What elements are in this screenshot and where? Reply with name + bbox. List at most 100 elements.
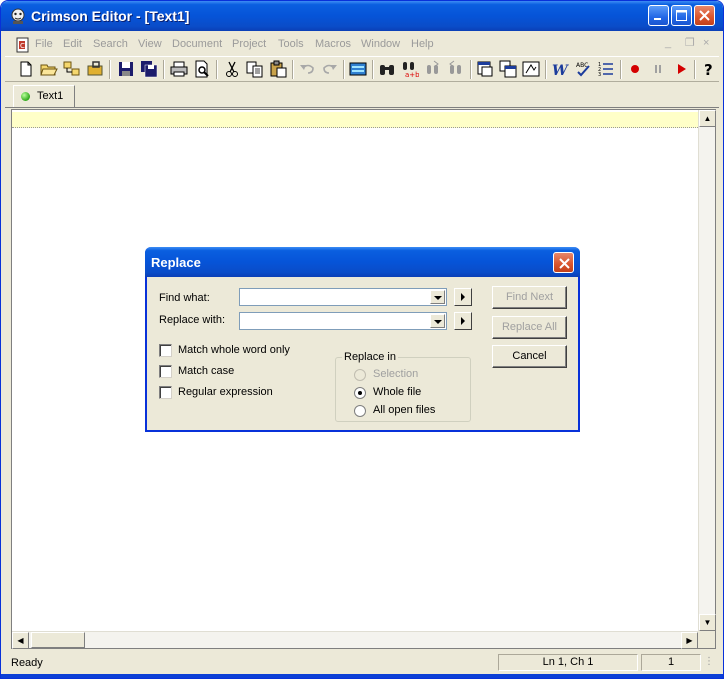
menu-window[interactable]: Window bbox=[361, 38, 400, 50]
svg-text:C: C bbox=[20, 42, 25, 50]
find-next-button[interactable]: Find Next bbox=[492, 286, 567, 309]
menu-document[interactable]: Document bbox=[172, 38, 222, 50]
resize-grip-icon[interactable]: ⋮ bbox=[704, 656, 716, 670]
whole-file-label[interactable]: Whole file bbox=[373, 386, 421, 398]
match-whole-word-label[interactable]: Match whole word only bbox=[178, 344, 290, 356]
scroll-up-icon[interactable]: ▲ bbox=[699, 110, 716, 127]
toolbar-separator bbox=[545, 60, 547, 79]
find-previous-icon[interactable] bbox=[447, 60, 465, 78]
print-icon[interactable] bbox=[170, 60, 188, 78]
replace-with-label: Replace with: bbox=[159, 314, 226, 326]
open-remote-icon[interactable] bbox=[86, 60, 104, 78]
dialog-close-button[interactable] bbox=[553, 252, 574, 273]
scroll-right-icon[interactable]: ▶ bbox=[681, 632, 698, 649]
svg-text:W: W bbox=[552, 63, 569, 78]
toolbar-separator bbox=[343, 60, 345, 79]
all-open-files-label[interactable]: All open files bbox=[373, 404, 435, 416]
cursor-position: Ln 1, Ch 1 bbox=[498, 654, 638, 671]
unmodified-status-icon bbox=[21, 92, 30, 101]
print-preview-icon[interactable] bbox=[193, 60, 211, 78]
paste-icon[interactable] bbox=[269, 60, 287, 78]
horizontal-scrollbar[interactable]: ◀ ▶ bbox=[12, 631, 698, 649]
mdi-restore-icon[interactable]: ❐ bbox=[685, 38, 695, 49]
menu-file[interactable]: File bbox=[35, 38, 53, 50]
menu-edit[interactable]: Edit bbox=[63, 38, 82, 50]
all-open-files-radio[interactable] bbox=[354, 405, 366, 417]
current-line-highlight bbox=[12, 112, 698, 128]
menu-search[interactable]: Search bbox=[93, 38, 128, 50]
find-icon[interactable] bbox=[378, 60, 396, 78]
menu-project[interactable]: Project bbox=[232, 38, 266, 50]
directory-tree-icon[interactable] bbox=[522, 60, 540, 78]
vertical-scrollbar[interactable]: ▲ ▼ bbox=[698, 110, 716, 631]
line-numbers-icon[interactable]: 123 bbox=[597, 60, 615, 78]
cut-icon[interactable] bbox=[223, 60, 241, 78]
match-case-checkbox[interactable] bbox=[159, 365, 172, 378]
column-mode-icon[interactable] bbox=[349, 60, 367, 78]
pause-macro-icon[interactable] bbox=[649, 60, 667, 78]
dialog-title-bar[interactable]: Replace bbox=[145, 247, 580, 277]
close-icon bbox=[559, 258, 570, 269]
chevron-down-icon[interactable] bbox=[430, 314, 445, 328]
redo-icon[interactable] bbox=[321, 60, 339, 78]
document-icon[interactable]: C bbox=[15, 37, 31, 53]
regular-expression-checkbox[interactable] bbox=[159, 386, 172, 399]
scroll-down-icon[interactable]: ▼ bbox=[699, 614, 716, 631]
replace-in-title: Replace in bbox=[342, 351, 398, 363]
title-bar[interactable]: Crimson Editor - [Text1] bbox=[1, 1, 723, 31]
copy-icon[interactable] bbox=[246, 60, 264, 78]
menu-macros[interactable]: Macros bbox=[315, 38, 351, 50]
save-icon[interactable] bbox=[117, 60, 135, 78]
find-what-combobox[interactable] bbox=[239, 288, 447, 306]
replace-regex-menu-button[interactable] bbox=[454, 312, 472, 330]
chevron-down-icon[interactable] bbox=[430, 290, 445, 304]
toolbar-separator bbox=[109, 60, 111, 79]
replace-in-group: Replace in Selection Whole file All open… bbox=[335, 351, 471, 422]
find-next-icon[interactable] bbox=[424, 60, 442, 78]
match-whole-word-checkbox[interactable] bbox=[159, 344, 172, 357]
minimize-icon bbox=[654, 18, 661, 20]
replace-dialog: Replace Find what: Replace with: Match w… bbox=[145, 247, 580, 432]
record-macro-icon[interactable] bbox=[626, 60, 644, 78]
find-what-label: Find what: bbox=[159, 292, 210, 304]
mdi-close-icon[interactable]: × bbox=[703, 38, 713, 49]
match-case-label[interactable]: Match case bbox=[178, 365, 234, 377]
maximize-button[interactable] bbox=[671, 5, 692, 26]
toolbar-separator bbox=[216, 60, 218, 79]
replace-all-button[interactable]: Replace All bbox=[492, 316, 567, 339]
find-regex-menu-button[interactable] bbox=[454, 288, 472, 306]
document-tab-strip: Text1 bbox=[5, 83, 719, 108]
minimize-button[interactable] bbox=[648, 5, 669, 26]
tab-label: Text1 bbox=[37, 90, 64, 102]
close-button[interactable] bbox=[694, 5, 715, 26]
svg-text:a+b: a+b bbox=[405, 71, 419, 78]
spell-check-icon[interactable]: ABC bbox=[574, 60, 592, 78]
selection-label: Selection bbox=[373, 368, 419, 380]
replace-with-combobox[interactable] bbox=[239, 312, 447, 330]
selection-radio[interactable] bbox=[354, 369, 366, 381]
close-icon bbox=[699, 10, 710, 21]
menu-view[interactable]: View bbox=[138, 38, 162, 50]
find-replace-icon[interactable]: a+b bbox=[401, 60, 419, 78]
window-list-icon[interactable] bbox=[476, 60, 494, 78]
scroll-left-icon[interactable]: ◀ bbox=[12, 632, 29, 649]
whole-file-radio[interactable] bbox=[354, 387, 366, 399]
help-icon[interactable]: ? bbox=[700, 60, 718, 78]
toolbar-separator bbox=[372, 60, 374, 79]
menu-tools[interactable]: Tools bbox=[278, 38, 304, 50]
play-macro-icon[interactable] bbox=[672, 60, 690, 78]
regular-expression-label[interactable]: Regular expression bbox=[178, 386, 273, 398]
word-wrap-icon[interactable]: W bbox=[551, 60, 569, 78]
mdi-minimize-icon[interactable]: _ bbox=[665, 38, 675, 49]
tile-windows-icon[interactable] bbox=[499, 60, 517, 78]
cancel-button[interactable]: Cancel bbox=[492, 345, 567, 368]
tab-text1[interactable]: Text1 bbox=[13, 85, 75, 107]
open-folder-icon[interactable] bbox=[40, 60, 58, 78]
save-all-icon[interactable] bbox=[140, 60, 158, 78]
horizontal-scroll-thumb[interactable] bbox=[31, 632, 85, 648]
undo-icon[interactable] bbox=[298, 60, 316, 78]
open-project-icon[interactable] bbox=[63, 60, 81, 78]
menu-help[interactable]: Help bbox=[411, 38, 434, 50]
new-file-icon[interactable] bbox=[17, 60, 35, 78]
toolbar-separator bbox=[163, 60, 165, 79]
